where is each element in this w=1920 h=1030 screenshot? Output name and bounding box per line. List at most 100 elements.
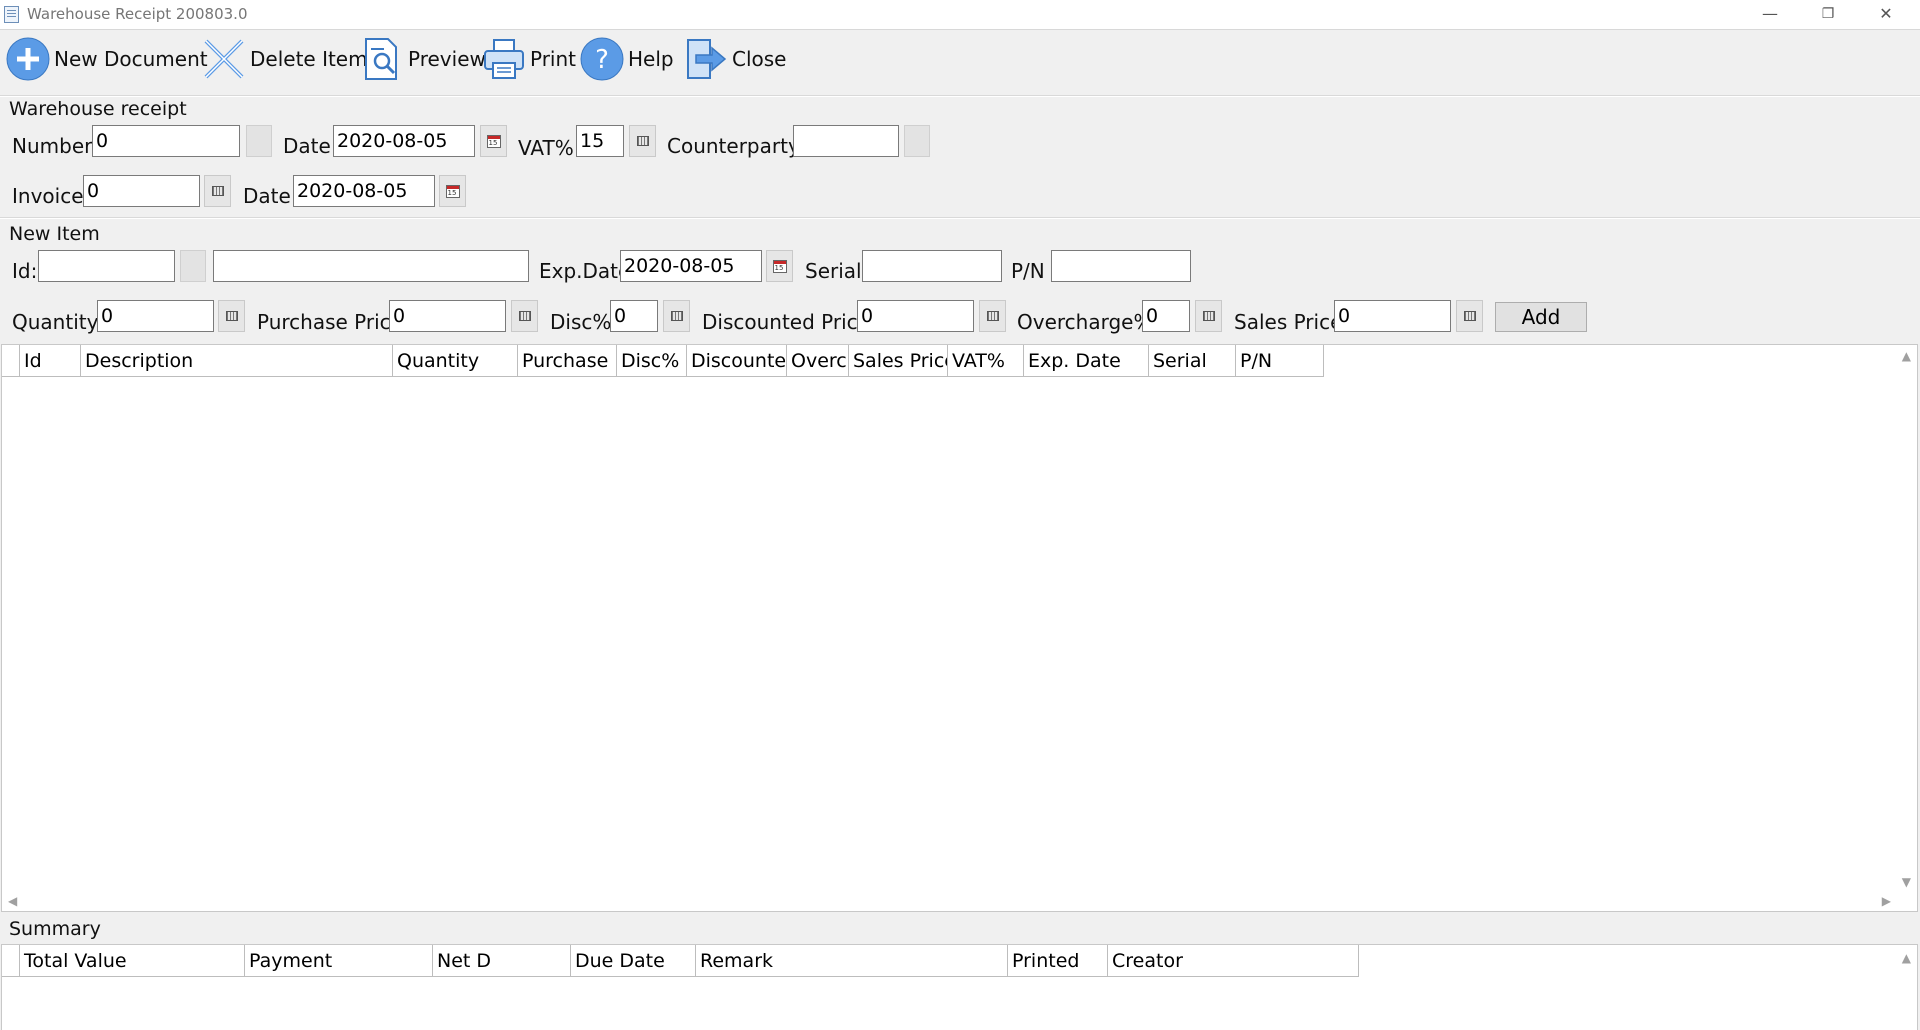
date-label: Date: xyxy=(283,134,338,158)
title-bar: Warehouse Receipt 200803.0 — ❐ ✕ xyxy=(0,0,1920,30)
disc-input[interactable] xyxy=(610,300,658,332)
calculator-icon xyxy=(636,136,649,146)
counterparty-lookup-button[interactable] xyxy=(904,125,930,157)
exp-date-label: Exp.Date xyxy=(539,259,631,283)
purchase-price-calculator-button[interactable] xyxy=(511,300,538,332)
help-button[interactable]: ? Help xyxy=(580,36,674,82)
discounted-price-input[interactable] xyxy=(857,300,974,332)
column-header[interactable]: P/N xyxy=(1236,345,1324,377)
purchase-price-input[interactable] xyxy=(389,300,506,332)
summary-group-title: Summary xyxy=(9,918,101,940)
summary-grid[interactable]: Total Value Payment Net D Due Date Remar… xyxy=(1,944,1918,1030)
column-header[interactable]: Net D xyxy=(433,945,571,977)
column-header[interactable]: Exp. Date xyxy=(1024,345,1149,377)
minimize-button[interactable]: — xyxy=(1742,0,1798,29)
sales-price-label: Sales Price: xyxy=(1234,310,1350,334)
row-header-corner xyxy=(2,345,20,377)
close-window-button[interactable]: ✕ xyxy=(1858,0,1914,29)
scroll-right-icon[interactable]: ▶ xyxy=(1882,894,1891,908)
items-grid[interactable]: Id Description Quantity Purchase P Disc%… xyxy=(1,344,1918,912)
print-button[interactable]: Print xyxy=(482,36,576,82)
column-header[interactable]: Discountec xyxy=(687,345,787,377)
receipt-group-title: Warehouse receipt xyxy=(9,98,187,120)
column-header[interactable]: Printed xyxy=(1008,945,1108,977)
number-input[interactable] xyxy=(92,125,240,157)
disc-calculator-button[interactable] xyxy=(663,300,690,332)
quantity-label: Quantity: xyxy=(12,310,104,334)
restore-button[interactable]: ❐ xyxy=(1800,0,1856,29)
date-input[interactable] xyxy=(333,125,475,157)
delete-item-button[interactable]: Delete Item xyxy=(202,36,368,82)
scroll-left-icon[interactable]: ◀ xyxy=(8,894,17,908)
quantity-input[interactable] xyxy=(97,300,214,332)
id-lookup-button[interactable] xyxy=(180,250,206,282)
vat-input[interactable] xyxy=(576,125,624,157)
description-input[interactable] xyxy=(213,250,529,282)
column-header[interactable]: Creator xyxy=(1108,945,1359,977)
column-header[interactable]: Remark xyxy=(696,945,1008,977)
preview-icon xyxy=(360,37,404,81)
invoice-date-picker-button[interactable] xyxy=(439,175,466,207)
column-header[interactable]: Quantity xyxy=(393,345,518,377)
column-header[interactable]: Overcl xyxy=(787,345,849,377)
exp-date-picker-button[interactable] xyxy=(766,250,793,282)
window-icon xyxy=(4,6,19,23)
add-button[interactable]: Add xyxy=(1495,302,1587,332)
help-label: Help xyxy=(628,47,674,71)
number-lookup-button[interactable] xyxy=(246,125,272,157)
column-header[interactable]: Sales Price xyxy=(849,345,948,377)
overcharge-label: Overcharge%: xyxy=(1017,310,1160,334)
discounted-price-calculator-button[interactable] xyxy=(979,300,1006,332)
help-icon: ? xyxy=(580,37,624,81)
calendar-icon xyxy=(445,184,460,198)
scroll-up-icon[interactable]: ▲ xyxy=(1902,951,1911,965)
calculator-icon xyxy=(518,311,531,321)
date-picker-button[interactable] xyxy=(480,125,507,157)
invoice-input[interactable] xyxy=(83,175,200,207)
new-document-button[interactable]: New Document xyxy=(6,36,208,82)
quantity-calculator-button[interactable] xyxy=(218,300,245,332)
overcharge-calculator-button[interactable] xyxy=(1195,300,1222,332)
close-button[interactable]: Close xyxy=(684,36,786,82)
column-header[interactable]: Total Value xyxy=(20,945,245,977)
scroll-down-icon[interactable]: ▼ xyxy=(1902,875,1911,889)
receipt-separator xyxy=(0,217,1920,219)
column-header[interactable]: VAT% xyxy=(948,345,1024,377)
calculator-icon xyxy=(670,311,683,321)
svg-text:?: ? xyxy=(595,45,609,75)
exp-date-input[interactable] xyxy=(620,250,762,282)
column-header[interactable]: Description xyxy=(81,345,393,377)
plus-circle-icon xyxy=(6,37,50,81)
vat-calculator-button[interactable] xyxy=(629,125,656,157)
vat-label: VAT%: xyxy=(518,136,581,160)
pn-input[interactable] xyxy=(1051,250,1191,282)
overcharge-input[interactable] xyxy=(1142,300,1190,332)
sales-price-input[interactable] xyxy=(1334,300,1451,332)
scroll-up-icon[interactable]: ▲ xyxy=(1902,349,1911,363)
calculator-icon xyxy=(225,311,238,321)
column-header[interactable]: Due Date xyxy=(571,945,696,977)
sales-price-calculator-button[interactable] xyxy=(1456,300,1483,332)
preview-label: Preview xyxy=(408,47,486,71)
invoice-date-label: Date: xyxy=(243,184,298,208)
calculator-icon xyxy=(1202,311,1215,321)
column-header[interactable]: Id xyxy=(20,345,81,377)
id-input[interactable] xyxy=(38,250,175,282)
counterparty-input[interactable] xyxy=(793,125,899,157)
calculator-icon xyxy=(986,311,999,321)
close-label: Close xyxy=(732,47,787,71)
column-header[interactable]: Purchase P xyxy=(518,345,617,377)
pn-label: P/N xyxy=(1011,259,1045,283)
id-label: Id: xyxy=(12,259,38,283)
column-header[interactable]: Disc% xyxy=(617,345,687,377)
invoice-calculator-button[interactable] xyxy=(204,175,231,207)
calculator-icon xyxy=(1463,311,1476,321)
calendar-icon xyxy=(486,134,501,148)
column-header[interactable]: Serial xyxy=(1149,345,1236,377)
invoice-label: Invoice: xyxy=(12,184,91,208)
preview-button[interactable]: Preview xyxy=(360,36,486,82)
invoice-date-input[interactable] xyxy=(293,175,435,207)
column-header[interactable]: Payment xyxy=(245,945,433,977)
serial-input[interactable] xyxy=(862,250,1002,282)
delete-item-label: Delete Item xyxy=(250,47,368,71)
